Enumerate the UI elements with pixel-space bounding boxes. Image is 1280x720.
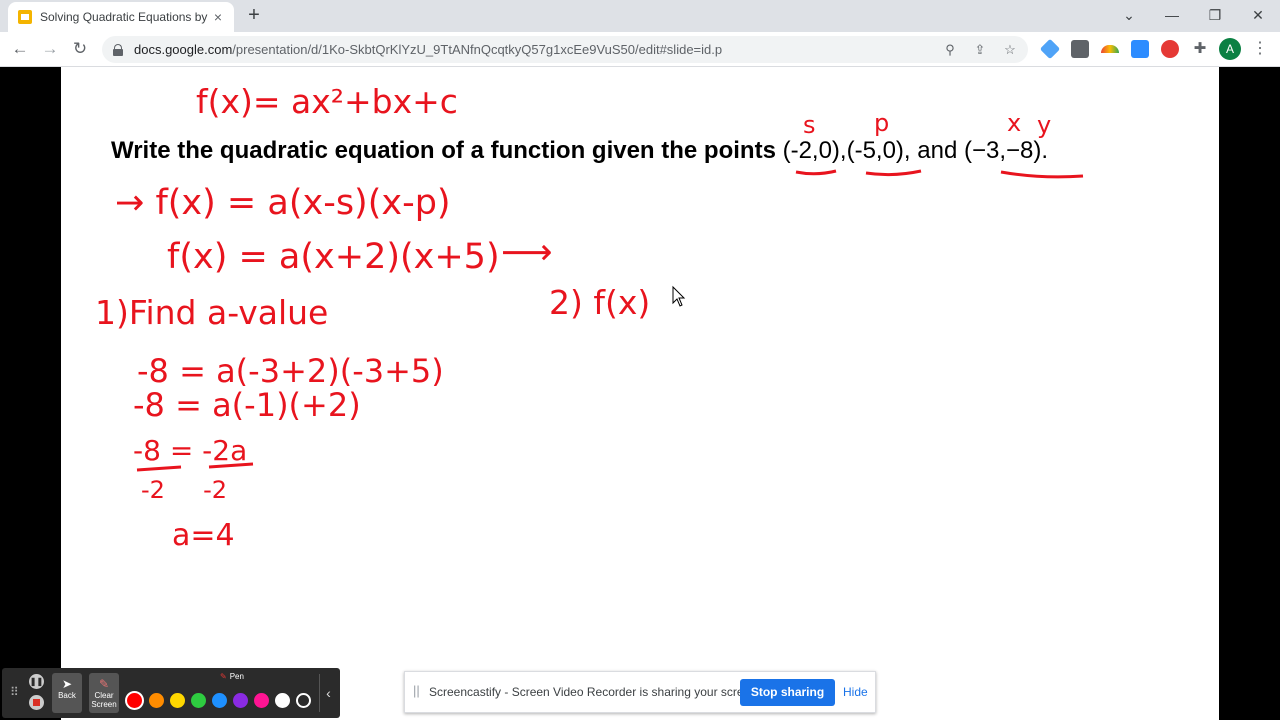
- collapse-toolbar-icon[interactable]: ‹: [319, 674, 337, 712]
- equation-2: -8 = a(-1)(+2): [133, 386, 361, 424]
- result-a-value: a=4: [172, 518, 235, 553]
- stop-recording-button[interactable]: [29, 695, 44, 710]
- underline-point-1: [795, 169, 837, 176]
- share-icon[interactable]: ⇪: [972, 42, 988, 58]
- back-icon[interactable]: ←: [8, 38, 32, 60]
- restore-button[interactable]: ❐: [1203, 5, 1227, 25]
- tab-strip: Solving Quadratic Equations by G × + ⌄ —…: [0, 0, 1280, 32]
- color-swatch-purple[interactable]: [233, 693, 248, 708]
- close-tab-icon[interactable]: ×: [210, 9, 226, 25]
- handwriting-layer: .hw { font-family: "DejaVu Sans", sans-s…: [95, 82, 1084, 553]
- label-s: s: [803, 111, 816, 139]
- color-swatch-green[interactable]: [191, 693, 206, 708]
- zoom-icon[interactable]: ⚲: [942, 42, 958, 58]
- substituted-form: f(x) = a(x+2)(x+5): [167, 237, 500, 277]
- close-window-button[interactable]: ✕: [1246, 5, 1270, 25]
- slide-canvas: Write the quadratic equation of a functi…: [61, 67, 1219, 720]
- forward-icon[interactable]: →: [38, 38, 62, 60]
- screencastify-extension-icon[interactable]: [1161, 40, 1179, 58]
- hide-button[interactable]: Hide: [843, 685, 868, 699]
- star-icon[interactable]: ☆: [1002, 42, 1018, 58]
- equation-1: -8 = a(-3+2)(-3+5): [137, 352, 444, 390]
- clear-screen-button[interactable]: ✎ Clear Screen: [89, 673, 119, 713]
- mouse-cursor-icon: [672, 285, 686, 307]
- new-tab-button[interactable]: +: [244, 5, 264, 25]
- fraction-bar-left: [136, 465, 182, 472]
- pen-tool-label: Pen: [220, 672, 244, 681]
- label-y: y: [1037, 111, 1051, 139]
- factored-form: → f(x) = a(x-s)(x-p): [115, 183, 451, 223]
- extension-square-icon[interactable]: [1071, 40, 1089, 58]
- cursor-tool-button[interactable]: ➤ Back: [52, 673, 82, 713]
- tab-title: Solving Quadratic Equations by G: [40, 10, 210, 24]
- profile-avatar[interactable]: A: [1219, 38, 1241, 60]
- equation-3-numerator: -8 = -2a: [133, 434, 247, 467]
- eraser-icon: ✎: [98, 677, 110, 691]
- minimize-button[interactable]: —: [1160, 5, 1184, 25]
- stop-sharing-button[interactable]: Stop sharing: [740, 679, 835, 706]
- color-swatch-red[interactable]: [127, 693, 142, 708]
- color-swatch-blue[interactable]: [212, 693, 227, 708]
- drag-handle-icon[interactable]: ⠿: [10, 685, 19, 699]
- pause-recording-button[interactable]: ❚❚: [29, 674, 44, 689]
- color-swatch-black[interactable]: [296, 693, 311, 708]
- slides-favicon-icon: [18, 10, 32, 24]
- step-2-heading: 2) f(x): [549, 283, 650, 322]
- pointer-icon: ➤: [61, 677, 73, 691]
- color-swatch-orange[interactable]: [149, 693, 164, 708]
- drag-grip-icon[interactable]: ||: [413, 683, 420, 698]
- underline-point-3: [1000, 170, 1084, 179]
- color-swatch-pink[interactable]: [254, 693, 269, 708]
- browser-menu-icon[interactable]: ⋮: [1252, 38, 1268, 60]
- address-bar[interactable]: docs.google.com/presentation/d/1Ko-SkbtQ…: [102, 36, 1028, 63]
- label-x: x: [1007, 109, 1021, 137]
- equation-3-denominator: -2 -2: [141, 476, 227, 504]
- lock-icon[interactable]: [112, 43, 124, 56]
- share-notice-text: Screencastify - Screen Video Recorder is…: [429, 685, 761, 699]
- tab-search-chevron-icon[interactable]: ⌄: [1117, 5, 1141, 25]
- annotation-toolbar: ⠿ ❚❚ ➤ Back ✎ Clear Screen Pen ‹: [2, 668, 340, 718]
- underline-point-2: [865, 169, 922, 177]
- browser-tab[interactable]: Solving Quadratic Equations by G ×: [8, 2, 234, 32]
- label-p: p: [874, 109, 889, 137]
- extension-rainbow-icon[interactable]: [1101, 45, 1119, 53]
- screen-share-notification: || Screencastify - Screen Video Recorder…: [404, 671, 876, 713]
- color-swatch-white[interactable]: [275, 693, 290, 708]
- url-text[interactable]: docs.google.com/presentation/d/1Ko-SkbtQ…: [134, 42, 722, 57]
- color-swatch-yellow[interactable]: [170, 693, 185, 708]
- reload-icon[interactable]: ↻: [68, 38, 92, 60]
- general-form: f(x)= ax²+bx+c: [196, 82, 458, 121]
- arrow-right: ⟶: [501, 232, 553, 273]
- step-1-heading: 1)Find a-value: [95, 293, 328, 332]
- extensions-puzzle-icon[interactable]: ✚: [1191, 40, 1209, 58]
- zoom-extension-icon[interactable]: [1131, 40, 1149, 58]
